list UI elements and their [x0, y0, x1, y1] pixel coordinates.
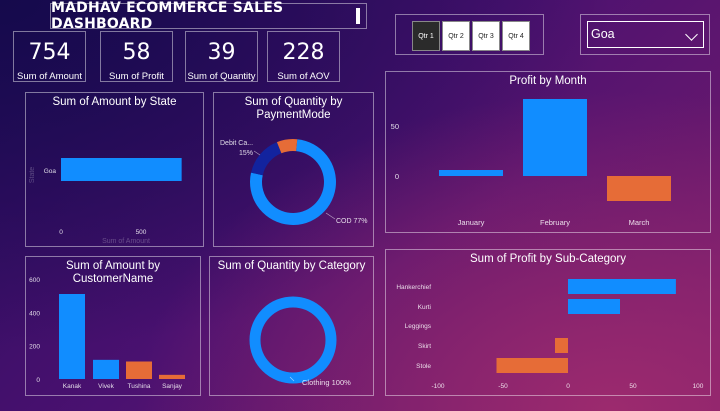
x-tick-label: Sanjay — [162, 383, 183, 390]
kpi-card-amount: 754 Sum of Amount — [13, 31, 86, 82]
chart-svg: January February March 50 0 — [391, 99, 671, 227]
dashboard-title-box: MADHAV ECOMMERCE SALES DASHBOARD — [50, 0, 367, 32]
chart-quantity-by-paymentmode: Sum of Quantity by PaymentMode COD 77% De… — [213, 92, 374, 247]
data-label-debit-pct: 15% — [239, 150, 253, 157]
chart-quantity-by-category: Sum of Quantity by Category Clothing 100… — [209, 256, 374, 396]
kpi-label: Sum of Amount — [17, 71, 82, 82]
data-label-debit: Debit Ca... — [220, 140, 253, 147]
y-tick-label: Skirt — [418, 343, 431, 350]
y-tick-label: 0 — [395, 172, 399, 181]
bar — [439, 170, 503, 176]
x-tick-label: 50 — [629, 383, 637, 390]
bar — [568, 299, 620, 314]
state-dropdown-box: Goa — [580, 14, 710, 55]
x-tick-label: Vivek — [98, 383, 115, 390]
y-tick-label: Kurti — [418, 304, 431, 311]
quarter-button-q3[interactable]: Qtr 3 — [472, 21, 500, 51]
y-tick-label: Stole — [416, 363, 431, 370]
y-tick-label: 200 — [29, 344, 40, 351]
y-tick-label: Goa — [44, 168, 57, 175]
bar — [496, 358, 568, 373]
chart-profit-by-month: Profit by Month January February March 50 0 — [385, 71, 711, 233]
y-tick-label: Leggings — [405, 323, 432, 330]
kpi-value: 228 — [282, 40, 325, 65]
quarter-button-q4[interactable]: Qtr 4 — [502, 21, 530, 51]
bar — [126, 361, 152, 379]
chart-svg: Clothing 100% — [249, 296, 351, 387]
kpi-card-profit: 58 Sum of Profit — [100, 31, 173, 82]
kpi-value: 58 — [122, 40, 151, 65]
quarter-button-q1[interactable]: Qtr 1 — [412, 21, 440, 51]
x-tick-label: -100 — [431, 383, 444, 390]
leader-line — [253, 150, 261, 156]
y-axis-label: State — [29, 167, 36, 183]
y-tick-label: 0 — [36, 377, 40, 384]
bar — [607, 176, 671, 201]
x-tick-label: -50 — [498, 383, 508, 390]
x-tick-label: 0 — [59, 229, 63, 236]
x-tick-label: Tushina — [128, 383, 151, 390]
chevron-down-icon[interactable] — [685, 28, 698, 41]
x-tick-label: 0 — [566, 383, 570, 390]
bar — [59, 294, 85, 379]
chart-svg: Hankerchief Kurti Leggings Skirt Stole -100 -5… — [396, 279, 704, 390]
quarter-button-q2[interactable]: Qtr 2 — [442, 21, 470, 51]
bar — [93, 359, 119, 379]
state-dropdown-value: Goa — [591, 27, 615, 41]
x-tick-label: January — [458, 218, 485, 227]
kpi-value: 754 — [28, 40, 71, 65]
bar — [523, 99, 587, 176]
kpi-label: Sum of AOV — [277, 71, 330, 82]
x-tick-label: 100 — [693, 383, 704, 390]
dashboard-title: MADHAV ECOMMERCE SALES DASHBOARD — [51, 0, 284, 32]
leader-line — [325, 212, 336, 220]
kpi-label: Sum of Profit — [109, 71, 164, 82]
x-tick-label: March — [629, 218, 650, 227]
pie-slice — [251, 142, 282, 176]
bar — [555, 338, 568, 353]
chart-profit-by-subcategory: Sum of Profit by Sub-Category Hankerchie… — [385, 249, 711, 396]
kpi-label: Sum of Quantity — [187, 71, 256, 82]
bar — [568, 279, 676, 294]
chart-svg: COD 77% Debit Ca... 15% — [220, 139, 368, 225]
chart-amount-by-state: Sum of Amount by State State Sum of Amou… — [25, 92, 204, 247]
y-tick-label: 50 — [391, 122, 399, 131]
quarter-slicer: Qtr 1 Qtr 2 Qtr 3 Qtr 4 — [395, 14, 544, 55]
x-tick-label: Kanak — [63, 383, 82, 390]
title-accent-bar — [356, 8, 360, 24]
kpi-value: 39 — [207, 40, 236, 65]
kpi-card-aov: 228 Sum of AOV — [267, 31, 340, 82]
x-tick-label: February — [540, 218, 570, 227]
y-tick-label: Hankerchief — [396, 284, 431, 291]
pie-slice — [249, 296, 337, 384]
y-tick-label: 600 — [29, 277, 40, 284]
data-label-cod: COD 77% — [336, 218, 368, 225]
bar — [159, 374, 185, 379]
chart-svg: 600 400 200 0 Kanak Vivek Tushina Sanjay — [29, 277, 185, 390]
state-dropdown[interactable]: Goa — [587, 21, 704, 48]
bar — [61, 158, 182, 181]
data-label-clothing: Clothing 100% — [302, 378, 351, 387]
y-tick-label: 400 — [29, 310, 40, 317]
x-tick-label: 500 — [136, 229, 147, 236]
chart-svg: State Sum of Amount Goa 0 500 — [29, 158, 182, 245]
chart-amount-by-customer: Sum of Amount by CustomerName 600 400 200 0… — [25, 256, 201, 396]
kpi-card-quantity: 39 Sum of Quantity — [185, 31, 258, 82]
x-axis-label: Sum of Amount — [102, 238, 150, 245]
